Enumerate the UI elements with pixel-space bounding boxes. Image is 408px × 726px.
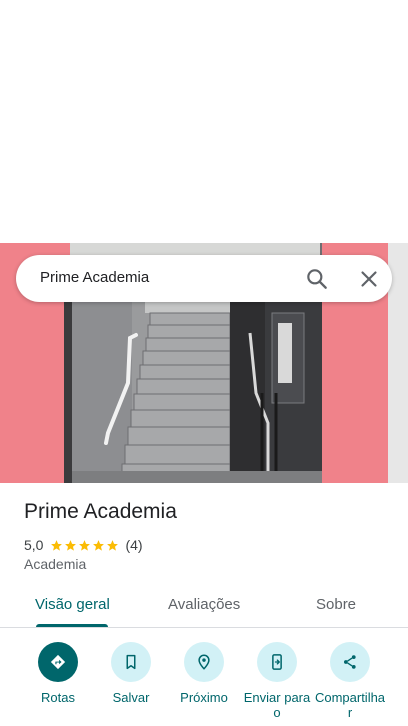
rating-value: 5,0 bbox=[24, 537, 44, 553]
search-query-text[interactable]: Prime Academia bbox=[40, 269, 149, 286]
tab-overview[interactable]: Visão geral bbox=[35, 596, 110, 613]
tab-about[interactable]: Sobre bbox=[316, 596, 356, 613]
nearby-button[interactable]: Próximo bbox=[167, 642, 241, 705]
share-icon[interactable] bbox=[330, 642, 370, 682]
directions-button[interactable]: Rotas bbox=[21, 642, 95, 705]
search-bar[interactable]: Prime Academia bbox=[16, 255, 392, 302]
share-label: Compartilhar bbox=[314, 690, 386, 720]
save-button[interactable]: Salvar bbox=[94, 642, 168, 705]
close-icon[interactable] bbox=[356, 266, 382, 292]
nearby-label: Próximo bbox=[180, 690, 228, 705]
star-icon bbox=[65, 539, 77, 551]
place-title: Prime Academia bbox=[24, 500, 177, 523]
action-bar: Rotas Salvar Próximo Enviar para o Compa… bbox=[0, 642, 408, 726]
bookmark-icon[interactable] bbox=[111, 642, 151, 682]
star-icon bbox=[51, 539, 63, 551]
send-to-phone-button[interactable]: Enviar para o bbox=[240, 642, 314, 720]
map-area[interactable] bbox=[0, 0, 408, 243]
send-to-phone-label: Enviar para o bbox=[243, 690, 311, 720]
save-label: Salvar bbox=[112, 690, 150, 705]
send-to-phone-icon[interactable] bbox=[257, 642, 297, 682]
directions-label: Rotas bbox=[41, 690, 75, 705]
tab-bar: Visão geral Avaliações Sobre bbox=[0, 588, 408, 628]
rating-row[interactable]: 5,0 (4) bbox=[24, 536, 143, 554]
nearby-icon[interactable] bbox=[184, 642, 224, 682]
place-category: Academia bbox=[24, 556, 87, 572]
search-icon[interactable] bbox=[304, 266, 330, 292]
review-count[interactable]: (4) bbox=[125, 537, 142, 553]
star-icon bbox=[93, 539, 105, 551]
directions-icon[interactable] bbox=[38, 642, 78, 682]
star-rating bbox=[50, 539, 119, 552]
tab-reviews[interactable]: Avaliações bbox=[168, 596, 240, 613]
star-icon bbox=[79, 539, 91, 551]
tabs-divider bbox=[0, 627, 408, 628]
star-icon bbox=[107, 539, 119, 551]
share-button[interactable]: Compartilhar bbox=[313, 642, 387, 720]
